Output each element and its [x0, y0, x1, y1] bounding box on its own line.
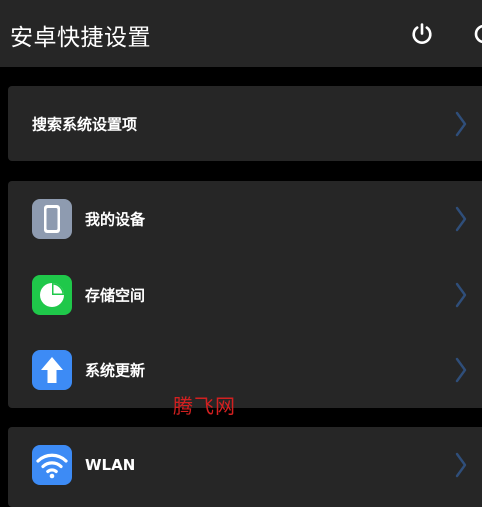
watermark-text: 腾飞网 [173, 394, 236, 418]
chevron-right-icon [455, 282, 467, 308]
power-icon[interactable] [410, 22, 434, 46]
phone-device-icon [32, 199, 72, 239]
pie-chart-icon [32, 275, 72, 315]
settings-item-label: 我的设备 [85, 210, 146, 229]
device-settings-card: 我的设备 存储空间 系统更新 [8, 181, 482, 408]
chevron-right-icon [455, 206, 467, 232]
more-icon[interactable] [474, 22, 482, 46]
chevron-right-icon [455, 357, 467, 383]
page-title: 安卓快捷设置 [10, 25, 151, 51]
settings-item-label: 存储空间 [85, 286, 146, 305]
settings-item-my-device[interactable]: 我的设备 [8, 181, 482, 257]
settings-item-label: WLAN [85, 456, 136, 474]
top-bar: 安卓快捷设置 [0, 0, 482, 67]
search-card: 搜索系统设置项 [8, 86, 482, 161]
search-settings-label: 搜索系统设置项 [32, 115, 138, 133]
network-settings-card: WLAN [8, 427, 482, 507]
settings-item-storage[interactable]: 存储空间 [8, 257, 482, 333]
chevron-right-icon [455, 452, 467, 478]
arrow-up-icon [32, 350, 72, 390]
chevron-right-icon [455, 111, 467, 136]
settings-item-system-update[interactable]: 系统更新 [8, 332, 482, 408]
settings-item-wlan[interactable]: WLAN [8, 427, 482, 503]
wifi-icon [32, 445, 72, 485]
search-settings-row[interactable]: 搜索系统设置项 [8, 86, 482, 161]
settings-item-label: 系统更新 [85, 361, 146, 380]
